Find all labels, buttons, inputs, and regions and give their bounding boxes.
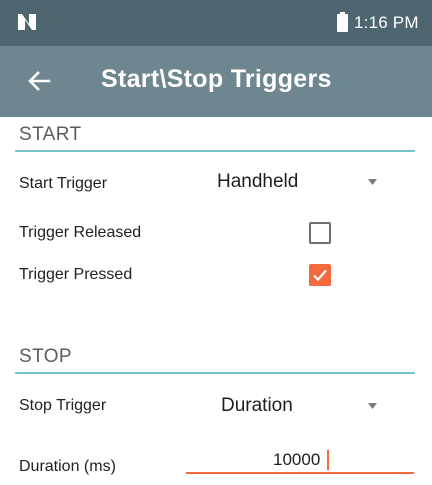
battery-icon — [337, 12, 348, 32]
status-bar: 1:16 PM — [0, 0, 432, 46]
start-trigger-dropdown[interactable]: Handheld — [217, 165, 387, 199]
dropdown-arrow-icon — [368, 179, 377, 185]
stop-divider — [15, 372, 415, 374]
dropdown-arrow-icon — [368, 403, 377, 409]
stop-trigger-dropdown[interactable]: Duration — [221, 389, 387, 423]
start-trigger-label: Start Trigger — [19, 175, 108, 192]
checkmark-icon — [313, 269, 327, 282]
start-divider — [15, 150, 415, 152]
stop-section-header: STOP — [19, 346, 72, 367]
trigger-released-checkbox[interactable] — [309, 222, 331, 244]
text-caret — [327, 450, 329, 470]
start-section-header: START — [19, 124, 82, 145]
duration-value: 10000 — [273, 450, 321, 469]
duration-input[interactable]: 10000 — [186, 444, 414, 478]
start-trigger-value: Handheld — [217, 171, 299, 192]
duration-input-underline — [186, 472, 414, 474]
trigger-released-label: Trigger Released — [19, 224, 142, 241]
trigger-pressed-checkbox[interactable] — [309, 264, 331, 286]
arrow-back-icon[interactable] — [26, 68, 52, 94]
duration-label: Duration (ms) — [19, 458, 116, 475]
trigger-pressed-label: Trigger Pressed — [19, 266, 133, 283]
stop-trigger-label: Stop Trigger — [19, 397, 107, 414]
status-time: 1:16 PM — [354, 13, 419, 32]
app-bar: Start\Stop Triggers — [0, 46, 432, 117]
stop-trigger-value: Duration — [221, 395, 293, 416]
page-title: Start\Stop Triggers — [101, 65, 332, 93]
n-logo-icon — [18, 14, 36, 30]
